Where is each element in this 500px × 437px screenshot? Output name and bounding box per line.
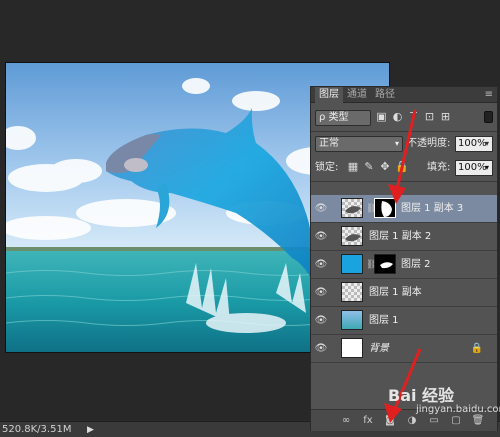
layer-thumbnail [341,310,363,330]
layer-name: 图层 1 副本 [369,287,422,298]
shape-filter-icon[interactable]: ⊡ [423,110,436,124]
tab-paths[interactable]: 路径 [371,87,399,103]
lock-label: 锁定: [315,162,339,173]
lock-transparency-icon[interactable]: ▦ [347,160,359,174]
layer-name: 图层 1 副本 2 [369,231,432,242]
fill-field[interactable]: 100% ▾ [455,160,493,176]
fill-value: 100% [458,162,487,173]
layer-row[interactable]: 👁 图层 1 副本 2 [311,223,497,251]
layer-thumbnail [341,226,363,246]
layer-thumbnail [341,282,363,302]
blend-mode-value: 正常 [319,138,339,149]
eye-icon[interactable]: 👁 [314,314,328,328]
annotation-arrow-top [388,109,417,204]
eye-icon[interactable]: 👁 [314,342,328,356]
eye-icon[interactable]: 👁 [314,230,328,244]
chain-link-icon[interactable]: ⛓ [366,203,377,215]
layer-row[interactable]: 👁 图层 1 副本 [311,279,497,307]
chain-link-icon[interactable]: ⛓ [366,259,377,271]
watermark: Bai 经验 jingyan.baidu.com [388,382,500,422]
layer-name: 图层 2 [401,259,431,270]
layer-thumbnail [341,198,363,218]
watermark-brand: Bai 经验 [388,386,455,405]
eye-icon[interactable]: 👁 [314,258,328,272]
tab-layers[interactable]: 图层 [315,87,343,103]
layer-row[interactable]: 👁 ⛓ 图层 2 [311,251,497,279]
filter-toggle[interactable] [484,111,493,123]
layer-mask-thumbnail[interactable] [374,254,396,274]
fill-label: 填充: [427,162,451,173]
watermark-url: jingyan.baidu.com [416,404,500,415]
lock-pixels-icon[interactable]: ✎ [363,160,375,174]
link-layers-icon[interactable]: ∞ [339,414,353,428]
layer-thumbnail [341,338,363,358]
smart-object-filter-icon[interactable]: ⊞ [439,110,452,124]
panel-tabs: 图层 通道 路径 ≡ [311,87,497,103]
panel-menu-icon[interactable]: ≡ [485,89,493,100]
opacity-value: 100% [458,138,487,149]
opacity-field[interactable]: 100% ▾ [455,136,493,152]
status-menu-arrow-icon[interactable]: ▶ [87,422,94,437]
layer-name: 图层 1 [369,315,399,326]
document-size-readout: 520.8K/3.51M [2,424,72,435]
layer-row[interactable]: 👁 图层 1 [311,307,497,335]
eye-icon[interactable]: 👁 [314,286,328,300]
chevron-down-icon: ▾ [484,163,489,172]
eye-icon[interactable]: 👁 [314,202,328,216]
layer-thumbnail [341,254,363,274]
filter-kind-select[interactable]: ρ 类型 [315,110,371,126]
chevron-down-icon: ▾ [484,139,489,148]
tab-channels[interactable]: 通道 [343,87,371,103]
lock-icon: 🔒 [470,343,483,354]
